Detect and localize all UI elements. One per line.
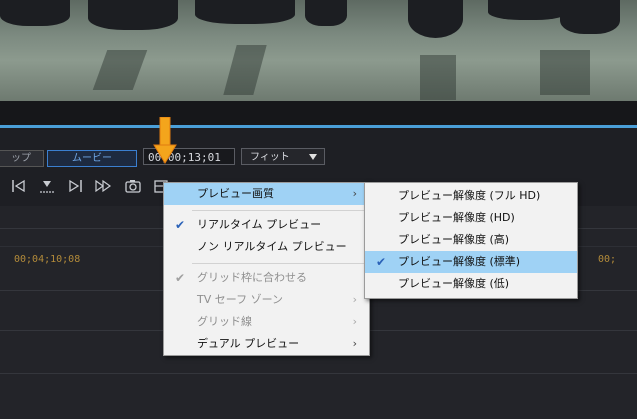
checkmark-icon: ✔ — [174, 271, 186, 285]
marker-icon[interactable] — [38, 177, 56, 195]
menu-item-label: プレビュー画質 — [197, 187, 274, 200]
chevron-right-icon: › — [352, 293, 357, 306]
menu-item-label: TV セーフ ゾーン — [197, 293, 284, 306]
checkmark-icon: ✔ — [375, 255, 387, 269]
zoom-fit-select[interactable]: フィット — [241, 148, 325, 165]
preview-bottom-bar — [0, 101, 637, 125]
chevron-right-icon: › — [352, 187, 357, 200]
menu-item-tv-safe-zone[interactable]: TV セーフ ゾーン › — [164, 289, 369, 311]
submenu-item-label: プレビュー解像度 (フル HD) — [398, 189, 541, 202]
chevron-right-icon: › — [352, 337, 357, 350]
ruler-timecode-right: 00; — [598, 254, 617, 265]
clip-mode-tab[interactable]: ップ — [0, 150, 44, 167]
menu-item-label: ノン リアルタイム プレビュー — [197, 240, 347, 253]
chevron-right-icon: › — [352, 315, 357, 328]
mark-in-icon[interactable] — [10, 177, 28, 195]
menu-item-label: デュアル プレビュー — [197, 337, 300, 350]
chevron-down-icon — [309, 154, 317, 160]
mark-out-icon[interactable] — [66, 177, 84, 195]
zoom-fit-label: フィット — [250, 152, 290, 163]
menu-item-preview-quality[interactable]: プレビュー画質 › — [164, 183, 369, 205]
camera-icon[interactable] — [124, 177, 142, 195]
movie-mode-tab[interactable]: ムービー — [47, 150, 137, 167]
submenu-item-hd[interactable]: プレビュー解像度 (HD) — [365, 207, 577, 229]
menu-item-label: グリッド線 — [197, 315, 252, 328]
ruler-timecode-left: 00;04;10;08 — [14, 254, 81, 265]
submenu-item-standard[interactable]: ✔ プレビュー解像度 (標準) — [365, 251, 577, 273]
submenu-item-low[interactable]: プレビュー解像度 (低) — [365, 273, 577, 295]
preview-context-menu: プレビュー画質 › ✔ リアルタイム プレビュー ノン リアルタイム プレビュー… — [163, 182, 370, 356]
submenu-item-label: プレビュー解像度 (標準) — [398, 255, 521, 268]
menu-item-realtime-preview[interactable]: ✔ リアルタイム プレビュー — [164, 214, 369, 236]
menu-item-non-realtime-preview[interactable]: ノン リアルタイム プレビュー — [164, 236, 369, 258]
menu-item-snap-to-grid[interactable]: ✔ グリッド枠に合わせる — [164, 267, 369, 289]
menu-item-grid-lines[interactable]: グリッド線 › — [164, 311, 369, 333]
submenu-item-full-hd[interactable]: プレビュー解像度 (フル HD) — [365, 185, 577, 207]
submenu-item-label: プレビュー解像度 (高) — [398, 233, 510, 246]
preview-quality-submenu: プレビュー解像度 (フル HD) プレビュー解像度 (HD) プレビュー解像度 … — [364, 182, 578, 299]
fast-forward-icon[interactable] — [94, 177, 112, 195]
submenu-item-high[interactable]: プレビュー解像度 (高) — [365, 229, 577, 251]
down-arrow-icon — [153, 116, 177, 165]
menu-item-label: グリッド枠に合わせる — [197, 271, 307, 284]
video-preview — [0, 0, 637, 101]
menu-item-label: リアルタイム プレビュー — [197, 218, 322, 231]
menu-item-dual-preview[interactable]: デュアル プレビュー › — [164, 333, 369, 355]
submenu-item-label: プレビュー解像度 (低) — [398, 277, 510, 290]
submenu-item-label: プレビュー解像度 (HD) — [398, 211, 515, 224]
checkmark-icon: ✔ — [174, 218, 186, 232]
